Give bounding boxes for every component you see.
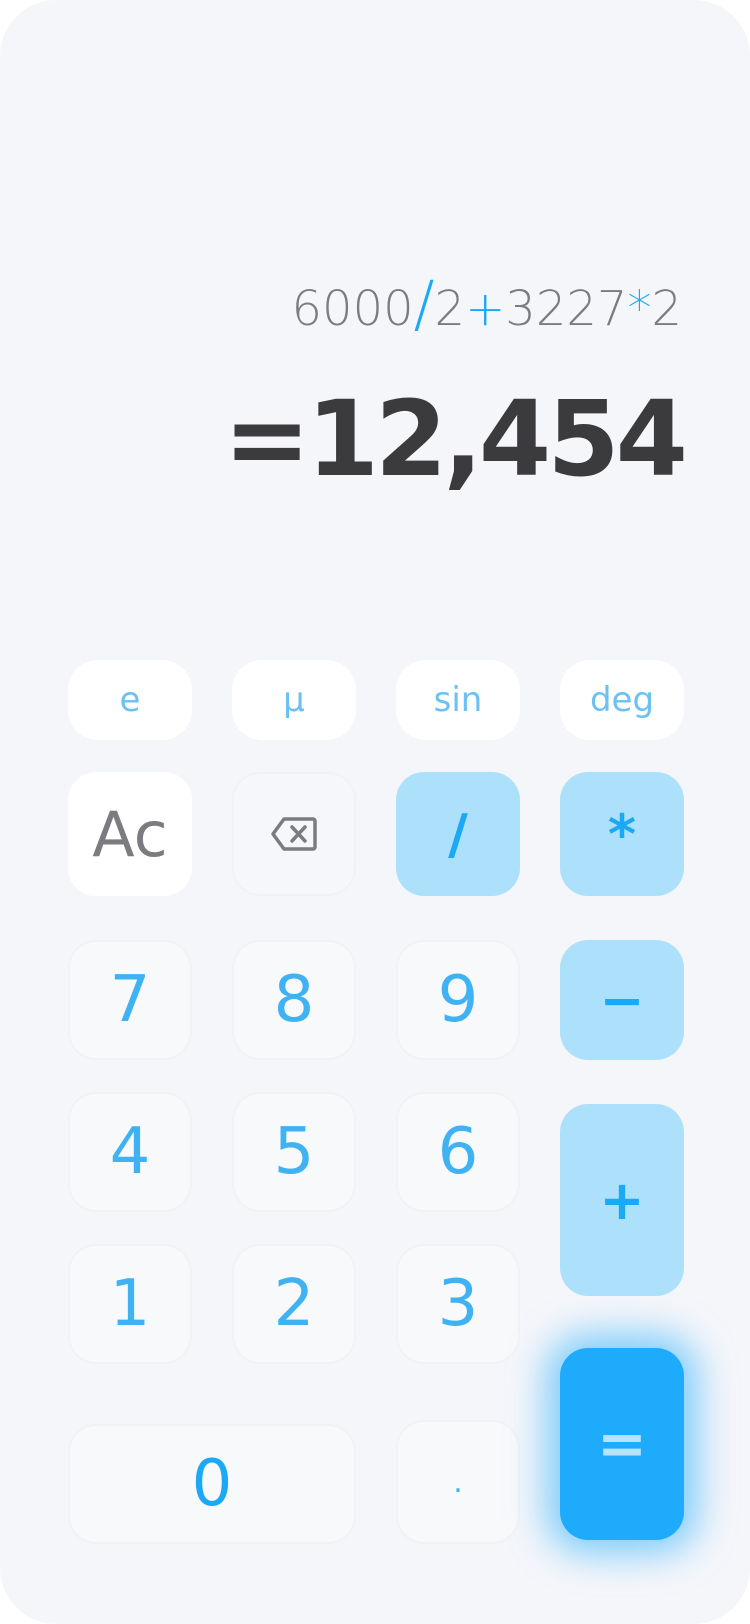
expr-operator: * xyxy=(627,281,652,337)
expr-part: 2 xyxy=(651,281,682,337)
digit-2-button[interactable]: 2 xyxy=(232,1244,356,1364)
all-clear-button[interactable]: Ac xyxy=(68,772,192,896)
expr-part: 2 xyxy=(434,281,466,337)
mu-button[interactable]: µ xyxy=(232,660,356,740)
digit-9-button[interactable]: 9 xyxy=(396,940,520,1060)
e-button[interactable]: e xyxy=(68,660,192,740)
digit-8-button[interactable]: 8 xyxy=(232,940,356,1060)
multiply-button[interactable]: * xyxy=(560,772,684,896)
digit-3-button[interactable]: 3 xyxy=(396,1244,520,1364)
equals-button[interactable]: = xyxy=(560,1348,684,1540)
divide-button[interactable]: / xyxy=(396,772,520,896)
backspace-button[interactable] xyxy=(232,772,356,896)
plus-button[interactable]: + xyxy=(560,1104,684,1296)
calculator-screen: 6000/2+3227*2 =12,454 e µ sin deg Ac / *… xyxy=(0,0,750,1624)
digit-4-button[interactable]: 4 xyxy=(68,1092,192,1212)
expr-operator: + xyxy=(465,281,506,337)
digit-6-button[interactable]: 6 xyxy=(396,1092,520,1212)
digit-7-button[interactable]: 7 xyxy=(68,940,192,1060)
decimal-button[interactable]: . xyxy=(396,1420,520,1544)
sin-button[interactable]: sin xyxy=(396,660,520,740)
expr-part: 3227 xyxy=(505,281,628,337)
digit-0-button[interactable]: 0 xyxy=(68,1424,356,1544)
backspace-icon xyxy=(271,816,317,852)
expr-part: 6000 xyxy=(291,281,414,337)
deg-button[interactable]: deg xyxy=(560,660,684,740)
expr-operator: / xyxy=(413,267,435,340)
minus-button[interactable]: − xyxy=(560,940,684,1060)
result-display: =12,454 xyxy=(223,378,688,500)
digit-1-button[interactable]: 1 xyxy=(68,1244,192,1364)
expression-display: 6000/2+3227*2 xyxy=(291,273,682,338)
digit-5-button[interactable]: 5 xyxy=(232,1092,356,1212)
